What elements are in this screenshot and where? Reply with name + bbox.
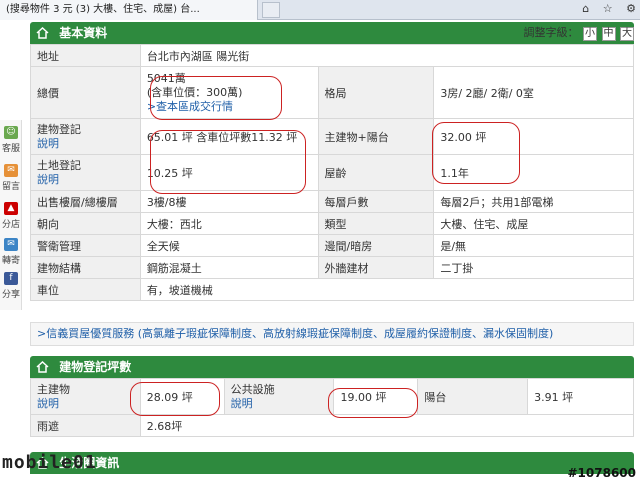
parking-value: 有，坡道機械 [139, 278, 635, 301]
reg-public-label: 公共設施 [230, 382, 275, 396]
address-value: 台北市內湖區 陽光街 [139, 44, 635, 67]
structure-label: 建物結構 [30, 256, 141, 279]
browser-tab-strip: (搜尋物件 3 元 (3) 大樓、住宅、成屋) 台... ⌂ ☆ ⚙ [0, 0, 640, 20]
home-icon [36, 27, 49, 39]
reg-public-explain-link[interactable]: 說明 [231, 397, 253, 410]
watermark-post-id: #1078600 [567, 466, 636, 480]
land-reg-label-cell: 土地登記 說明 [30, 154, 141, 191]
side-share-toolbar: ☺ 客服 ✉ 留言 ▲ 分店 ✉ 轉寄 f 分享 [0, 120, 22, 310]
table-row: 警衛管理 全天候 邊間/暗房 是/無 [30, 234, 634, 257]
address-label: 地址 [30, 44, 141, 67]
units-value: 每層2戶；共用1部電梯 [433, 190, 634, 213]
basic-info-panel: 基本資料 調整字級： 小 中 大 地址 台北市內湖區 陽光街 總價 5041萬 … [30, 22, 635, 301]
reg-public-label-cell: 公共設施 說明 [223, 378, 335, 415]
layout-value: 3房/ 2廳/ 2衛/ 0室 [433, 66, 634, 119]
table-row: 土地登記 說明 10.25 坪 屋齡 1.1年 [30, 154, 634, 191]
land-reg-label: 土地登記 [37, 158, 81, 172]
side-tool-label: 分店 [1, 220, 20, 230]
building-reg-explain-link[interactable]: 說明 [37, 137, 59, 150]
highlight-oval-main-age [432, 122, 520, 184]
main-building-label: 主建物+陽台 [317, 118, 435, 155]
reg-main-label-cell: 主建物 說明 [30, 378, 141, 415]
building-reg-label: 建物登記 [37, 122, 81, 136]
reg-main-label: 主建物 [37, 382, 70, 396]
side-tool-share[interactable]: f 分享 [0, 272, 22, 300]
font-size-control: 調整字級： 小 中 大 [523, 24, 634, 41]
mail-icon: ✉ [4, 238, 18, 251]
registration-header: 建物登記坪數 [30, 356, 634, 378]
table-row: 建物登記 說明 65.01 坪 含車位坪數11.32 坪 主建物+陽台 32.0… [30, 118, 634, 155]
basic-info-title: 基本資料 [59, 26, 108, 40]
side-tool-label: 客服 [1, 144, 20, 154]
wall-material-label: 外牆建材 [317, 256, 435, 279]
table-row: 雨遮 2.68坪 [30, 414, 635, 437]
reg-shelter-label: 雨遮 [30, 414, 141, 437]
service-notice-link[interactable]: >信義買屋優質服務 (高氯離子瑕疵保障制度、高放射線瑕疵保障制度、成屋履約保證制… [30, 322, 634, 346]
reg-balcony-label: 陽台 [417, 378, 529, 415]
side-tool-branch[interactable]: ▲ 分店 [0, 202, 22, 230]
reg-main-explain-link[interactable]: 說明 [37, 397, 59, 410]
favorites-icon[interactable]: ☆ [603, 2, 613, 15]
reg-balcony-value: 3.91 坪 [527, 378, 634, 415]
highlight-oval-reg-public [328, 388, 418, 418]
share-icon: ▲ [4, 202, 18, 215]
structure-value: 鋼筋混凝土 [139, 256, 319, 279]
wall-material-value: 二丁掛 [433, 256, 634, 279]
font-size-medium[interactable]: 中 [601, 27, 616, 41]
basic-info-table: 地址 台北市內湖區 陽光街 總價 5041萬 (含車位價：300萬) >查本區成… [30, 44, 635, 301]
highlight-oval-area [150, 130, 306, 194]
table-row: 朝向 大樓：西北 類型 大樓、住宅、成屋 [30, 212, 634, 235]
corner-unit-value: 是/無 [433, 234, 634, 257]
table-row: 地址 台北市內湖區 陽光街 [30, 44, 635, 67]
parking-label: 車位 [30, 278, 141, 301]
facing-value: 大樓：西北 [139, 212, 319, 235]
age-label: 屋齡 [317, 154, 435, 191]
browser-tab[interactable]: (搜尋物件 3 元 (3) 大樓、住宅、成屋) 台... [0, 0, 258, 20]
font-size-small[interactable]: 小 [583, 27, 597, 41]
management-label: 警衛管理 [30, 234, 141, 257]
side-tool-label: 留言 [1, 182, 20, 192]
registration-title: 建物登記坪數 [59, 360, 132, 374]
side-tool-label: 轉寄 [1, 256, 20, 266]
person-icon: ☺ [4, 126, 18, 139]
table-row: 出售樓層/總樓層 3樓/8樓 每層戶數 每層2戶；共用1部電梯 [30, 190, 634, 213]
layout-label: 格局 [317, 66, 435, 119]
facing-label: 朝向 [30, 212, 141, 235]
side-tool-label: 分享 [1, 290, 20, 300]
land-reg-explain-link[interactable]: 說明 [37, 173, 59, 186]
side-tool-service[interactable]: ☺ 客服 [0, 126, 22, 154]
price-label: 總價 [30, 66, 141, 119]
table-row: 總價 5041萬 (含車位價：300萬) >查本區成交行情 格局 3房/ 2廳/… [30, 66, 634, 119]
font-size-label: 調整字級： [523, 26, 579, 39]
type-value: 大樓、住宅、成屋 [433, 212, 634, 235]
facebook-icon: f [4, 272, 18, 285]
units-label: 每層戶數 [317, 190, 435, 213]
life-info-header[interactable]: 生活圈資訊 [30, 452, 634, 474]
highlight-oval-price [150, 76, 282, 120]
new-tab-button[interactable] [262, 2, 280, 18]
type-label: 類型 [317, 212, 435, 235]
highlight-oval-reg-main [130, 382, 220, 416]
chat-icon: ✉ [4, 164, 18, 177]
font-size-large[interactable]: 大 [620, 27, 634, 41]
settings-icon[interactable]: ⚙ [626, 2, 636, 15]
side-tool-message[interactable]: ✉ 留言 [0, 164, 22, 192]
floor-label: 出售樓層/總樓層 [30, 190, 141, 213]
building-reg-label-cell: 建物登記 說明 [30, 118, 141, 155]
life-info-panel: 生活圈資訊 [30, 452, 634, 474]
home-icon[interactable]: ⌂ [582, 2, 589, 15]
management-value: 全天候 [139, 234, 319, 257]
side-tool-forward[interactable]: ✉ 轉寄 [0, 238, 22, 266]
table-row: 建物結構 鋼筋混凝土 外牆建材 二丁掛 [30, 256, 634, 279]
browser-toolbar: ⌂ ☆ ⚙ [572, 2, 636, 15]
corner-unit-label: 邊間/暗房 [317, 234, 435, 257]
home-icon [36, 361, 49, 373]
watermark-logo: mobile01 [2, 452, 97, 473]
table-row: 車位 有，坡道機械 [30, 278, 635, 301]
